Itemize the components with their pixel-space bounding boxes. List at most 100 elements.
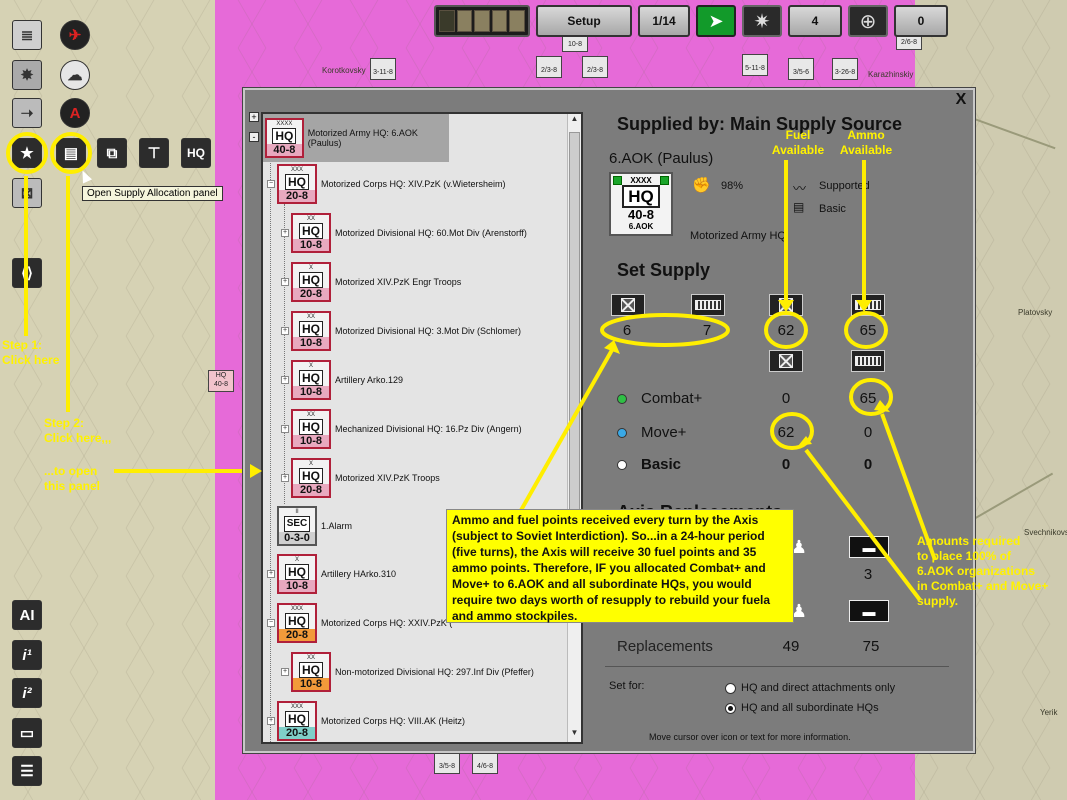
- star-icon[interactable]: ★: [12, 138, 42, 168]
- map-unit[interactable]: 2/3-8: [582, 56, 608, 78]
- document-icon[interactable]: ≣: [12, 20, 42, 50]
- hq-counter: XX HQ 10-8: [291, 213, 331, 253]
- close-button[interactable]: X: [953, 92, 969, 108]
- settings-sliders-icon[interactable]: ☰: [12, 756, 42, 786]
- map-unit[interactable]: 3-26-8: [832, 58, 858, 80]
- expand-toggle[interactable]: +: [281, 668, 289, 676]
- move-plus-fuel: 62: [777, 424, 795, 441]
- fuel-stockpile-icon: [611, 294, 645, 316]
- move-plus-dot: [617, 428, 627, 438]
- hq-counter: X HQ 20-8: [291, 458, 331, 498]
- map-unit[interactable]: 5-11-8: [742, 54, 768, 76]
- tree-item-viii-ak[interactable]: + XXX HQ 20-8 Motorized Corps HQ: VIII.AK …: [267, 701, 465, 741]
- map-unit[interactable]: 4/6-8: [472, 752, 498, 774]
- radio-tower-icon[interactable]: A: [60, 98, 90, 128]
- org-chart-icon[interactable]: ⧉: [97, 138, 127, 168]
- hq-counter: XXXX HQ 40-8: [265, 118, 304, 158]
- basic-icon: ▤: [793, 200, 805, 214]
- combat-plus-ammo: 65: [859, 390, 877, 407]
- tree-item-297-inf-div[interactable]: + XX HQ 10-8 Non-motorized Divisional HQ: …: [281, 652, 534, 692]
- expand-toggle[interactable]: +: [267, 717, 275, 725]
- collapse-toggle[interactable]: −: [267, 619, 275, 627]
- hq-counter: X HQ 10-8: [291, 360, 331, 400]
- map-unit[interactable]: 3/5-8: [434, 752, 460, 774]
- info2-button[interactable]: i²: [12, 678, 42, 708]
- town-label: Korotkovsky: [322, 66, 366, 75]
- radio-hq-all[interactable]: [725, 703, 736, 714]
- basic-option[interactable]: Basic: [641, 456, 681, 473]
- tree-item-label: Motorized Corps HQ: VIII.AK (Heitz): [321, 716, 466, 726]
- map-unit[interactable]: 2/3-8: [536, 56, 562, 78]
- scroll-thumb[interactable]: [569, 132, 580, 532]
- expand-toggle[interactable]: +: [267, 570, 275, 578]
- basic-ammo: 0: [863, 456, 873, 473]
- scroll-up-icon[interactable]: ▲: [568, 114, 581, 128]
- expand-toggle[interactable]: +: [281, 425, 289, 433]
- step2-arrow: [66, 176, 70, 412]
- target-icon[interactable]: ⊕: [848, 5, 888, 37]
- tooltip: Open Supply Allocation panel: [82, 186, 223, 201]
- recon-icon[interactable]: ✷: [742, 5, 782, 37]
- end-phase-button[interactable]: ➤: [696, 5, 736, 37]
- scroll-down-icon[interactable]: ▼: [568, 728, 581, 742]
- ammo-stockpile-icon: [691, 294, 725, 316]
- step1-annotation: Step 1: Click here: [2, 338, 59, 368]
- tree-item-engr-troops[interactable]: + X HQ 20-8 Motorized XIV.PzK Engr Troops: [281, 262, 461, 302]
- combat-plus-dot: [617, 394, 627, 404]
- collapse-toggle[interactable]: −: [267, 180, 275, 188]
- expand-toggle[interactable]: +: [281, 474, 289, 482]
- radio-hq-direct[interactable]: [725, 683, 736, 694]
- hq-tree[interactable]: XXXX HQ 40-8 Motorized Army HQ: 6.AOK (P…: [261, 112, 583, 744]
- ai-button[interactable]: AI: [12, 600, 42, 630]
- annotation-line: this panel: [44, 479, 101, 493]
- counter-strength: 40-8: [267, 144, 302, 156]
- combat-plus-option[interactable]: Combat+: [641, 390, 702, 407]
- combat-plus-fuel: 0: [781, 390, 791, 407]
- ammo-available-annotation: Ammo Available: [839, 128, 893, 157]
- tree-scrollbar[interactable]: ▲ ▼: [567, 114, 581, 742]
- tree-item-xiv-pzk-troops[interactable]: + X HQ 20-8 Motorized XIV.PzK Troops: [281, 458, 440, 498]
- arrow-icon[interactable]: ➝: [12, 98, 42, 128]
- expand-all-button[interactable]: +: [249, 112, 259, 122]
- radio-hq-all-label[interactable]: HQ and all subordinate HQs: [741, 702, 879, 714]
- tree-item-1-alarm[interactable]: II SEC 0-3-0 1.Alarm: [277, 506, 352, 546]
- info1-button[interactable]: i¹: [12, 640, 42, 670]
- tree-item-60-mot-div[interactable]: + XX HQ 10-8 Motorized Divisional HQ: 60.M…: [281, 213, 527, 253]
- divider: [605, 666, 949, 667]
- tree-item-3-mot-div[interactable]: + XX HQ 10-8 Motorized Divisional HQ: 3.Mo…: [281, 311, 521, 351]
- tree-item-arko-129[interactable]: + X HQ 10-8 Artillery Arko.129: [281, 360, 403, 400]
- no-air-icon[interactable]: ✈: [60, 20, 90, 50]
- amounts-required-annotation: Amounts required to place 100% of 6.AOK …: [917, 534, 1049, 608]
- sec-counter: II SEC 0-3-0: [277, 506, 317, 546]
- tree-item-6aok[interactable]: XXXX HQ 40-8 Motorized Army HQ: 6.AOK (P…: [263, 114, 449, 162]
- hq-counter: XX HQ 10-8: [291, 652, 331, 692]
- map-unit[interactable]: 3/5-6: [788, 58, 814, 80]
- monitor-icon[interactable]: ▭: [12, 718, 42, 748]
- tree-item-label: Artillery Arko.129: [335, 375, 404, 385]
- tree-item-16-pz-div[interactable]: + XX HQ 10-8 Mechanized Divisional HQ: 16.…: [281, 409, 522, 449]
- explosion-icon[interactable]: ✸: [12, 60, 42, 90]
- weather-icon[interactable]: ☁: [60, 60, 90, 90]
- map-unit[interactable]: 3-11-8: [370, 58, 396, 80]
- ammo-available-value: 65: [859, 322, 877, 339]
- town-label: Platovsky: [1018, 308, 1053, 317]
- expand-toggle[interactable]: +: [281, 327, 289, 335]
- expand-toggle[interactable]: +: [281, 278, 289, 286]
- radio-hq-direct-label[interactable]: HQ and direct attachments only: [741, 682, 895, 694]
- replacements-infantry: 49: [782, 638, 800, 655]
- supply-allocation-button[interactable]: ▤: [56, 138, 86, 168]
- fuel-required-icon: [769, 350, 803, 372]
- expand-toggle[interactable]: +: [281, 229, 289, 237]
- hierarchy-icon[interactable]: ⊤: [139, 138, 169, 168]
- collapse-all-button[interactable]: -: [249, 132, 259, 142]
- selected-hq-counter[interactable]: XXXX HQ 40-8 6.AOK: [609, 172, 673, 236]
- tree-item-xiv-pzk[interactable]: − XXX HQ 20-8 Motorized Corps HQ: XIV.PzK …: [267, 164, 506, 204]
- map-unit-hq[interactable]: HQ 40-8: [208, 370, 234, 392]
- tree-item-harko-310[interactable]: + X HQ 10-8 Artillery HArko.310: [267, 554, 396, 594]
- expand-toggle[interactable]: +: [281, 376, 289, 384]
- ammo-required-icon: [851, 350, 885, 372]
- tree-item-xxiv-pzk[interactable]: − XXX HQ 20-8 Motorized Corps HQ: XXIV.PzK…: [267, 603, 452, 643]
- hq-button[interactable]: HQ: [181, 138, 211, 168]
- move-plus-option[interactable]: Move+: [641, 424, 686, 441]
- tree-item-label: Motorized Army HQ: 6.AOK (Paulus): [307, 128, 418, 148]
